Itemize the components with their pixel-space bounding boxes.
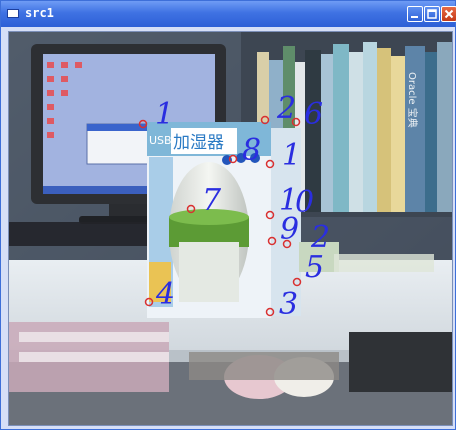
marker-label: 5 [305,250,324,285]
maximize-button[interactable] [424,6,440,22]
app-window: src1 Oracle 宝典 加湿器 USB 1 2 6 8 1 7 1 0 9… [0,0,456,430]
marker-label: 4 [155,277,175,312]
marker-label: 1 [155,97,174,132]
photo-scene: Oracle 宝典 加湿器 USB 1 2 6 8 1 7 1 0 9 2 5 … [9,32,452,425]
marker-label: 2 [276,91,296,126]
marker-label: 7 [202,183,222,218]
title-bar[interactable]: src1 [1,1,456,27]
maximize-icon [427,9,437,19]
box-badge: USB [149,134,172,147]
close-button[interactable] [441,6,456,22]
close-icon [444,9,454,19]
box-text: 加湿器 [173,133,224,153]
minimize-icon [411,16,418,18]
marker-label: 3 [279,287,298,322]
window-icon [7,9,19,18]
window-title: src1 [25,6,54,20]
marker-label: 6 [304,97,323,132]
marker-label: 9 [280,212,299,247]
image-canvas: Oracle 宝典 加湿器 USB 1 2 6 8 1 7 1 0 9 2 5 … [8,31,453,426]
minimize-button[interactable] [407,6,423,22]
marker-label: 8 [242,133,261,168]
marker-label: 1 [282,138,301,173]
book-spine-title: Oracle 宝典 [406,72,419,128]
